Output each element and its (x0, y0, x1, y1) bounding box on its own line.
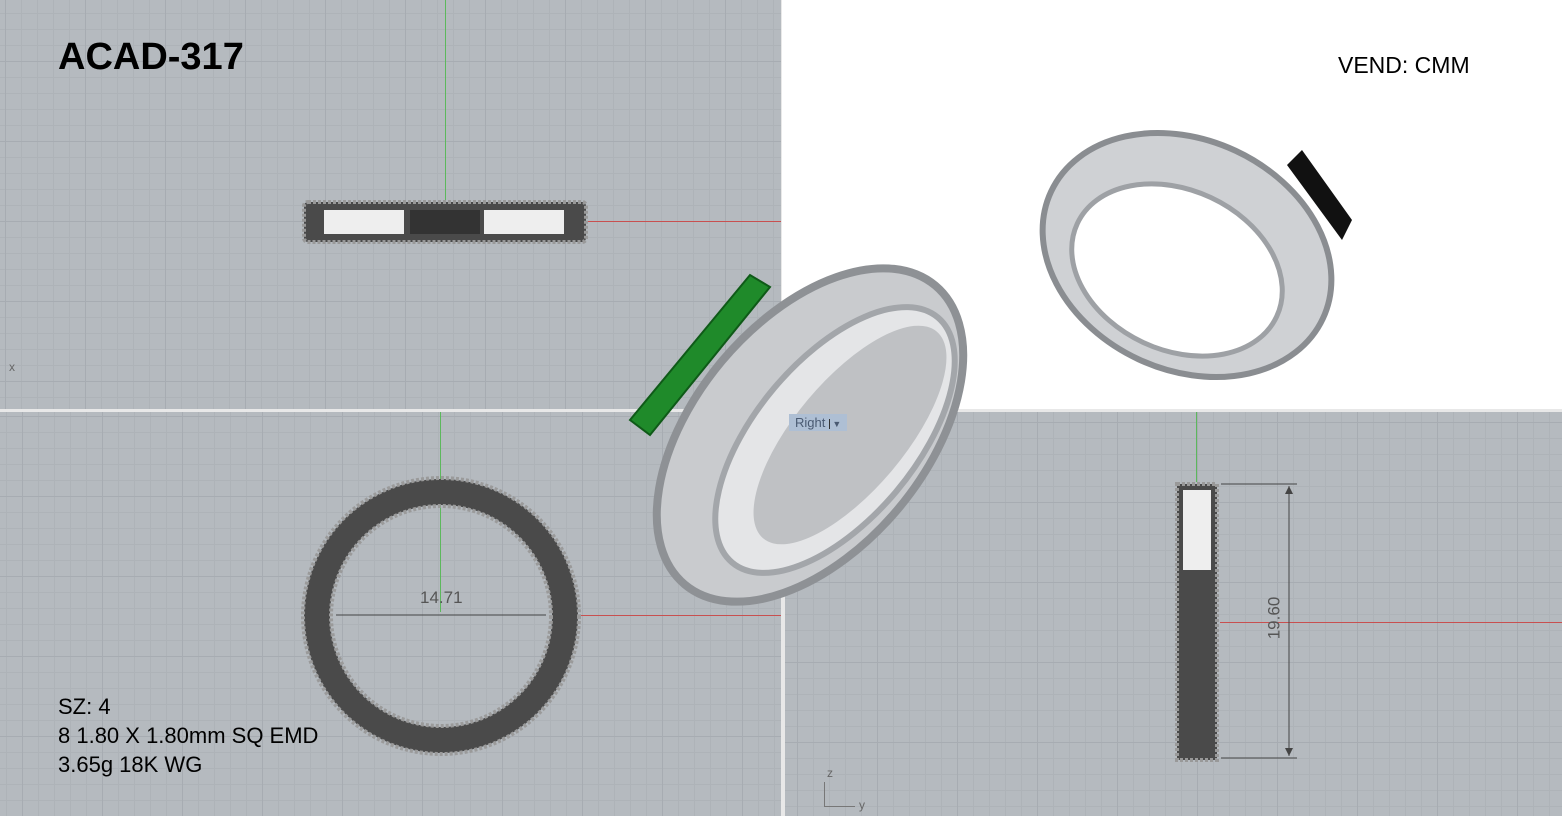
viewport-perspective[interactable]: VEND: CMM (782, 0, 1562, 409)
dimension-inner-diameter: 14.71 (420, 588, 463, 607)
viewport-label-right[interactable]: Right ▼ (789, 414, 848, 431)
viewport-right[interactable]: Right ▼ 19.60 z y (785, 412, 1562, 816)
axis-label-z: z (827, 766, 833, 780)
axis-label-y: y (859, 798, 865, 812)
x-axis-line (580, 615, 781, 616)
spec-stones: 8 1.80 X 1.80mm SQ EMD (58, 723, 319, 748)
spec-size: SZ: 4 (58, 694, 111, 719)
axis-gizmo (824, 782, 855, 807)
axis-label-x: x (9, 360, 15, 374)
ring-top-view (302, 200, 588, 244)
viewport-front[interactable]: 14.71 SZ: 4 8 1.80 X 1.80mm SQ EMD 3.65g… (0, 412, 781, 816)
vendor-label: VEND: CMM (1338, 52, 1470, 78)
specs-block: SZ: 4 8 1.80 X 1.80mm SQ EMD 3.65g 18K W… (58, 692, 318, 779)
viewport-top[interactable]: x ACAD-317 (0, 0, 781, 409)
spec-metal: 3.65g 18K WG (58, 752, 203, 777)
dimension-height: 19.60 (1264, 596, 1284, 640)
ring-render-small (1039, 130, 1352, 380)
y-axis-line (445, 0, 446, 215)
product-code-title: ACAD-317 (58, 36, 244, 78)
x-axis-line (580, 221, 781, 222)
dropdown-arrow-icon[interactable]: ▼ (829, 419, 841, 429)
ring-front-view (301, 476, 581, 756)
y-axis-line (1196, 412, 1197, 482)
viewport-name: Right (795, 415, 826, 430)
